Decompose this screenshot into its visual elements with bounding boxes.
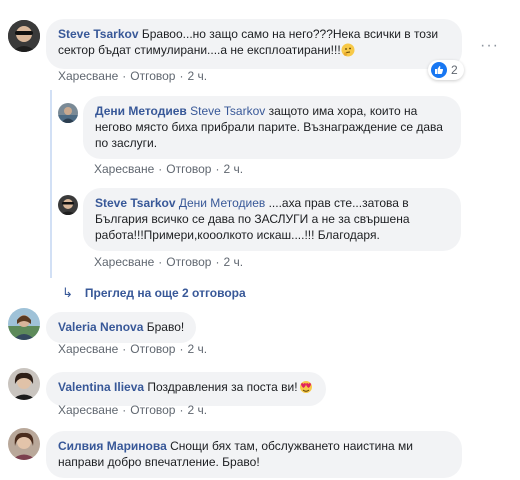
like-icon [431,62,447,78]
comment-time[interactable]: 2 ч. [223,162,243,176]
heart-face-icon [298,380,314,398]
like-button[interactable]: Харесване [58,342,118,356]
comment-author[interactable]: Силвия Маринова [58,439,167,453]
comment-bubble: Силвия Маринова Снощи бях там, обслужван… [46,431,462,478]
comment-bubble: Steve Tsarkov Дени Методиев ....аха прав… [83,188,461,251]
comment-actions: Харесване · Отговор · 2 ч. [58,342,208,356]
like-button[interactable]: Харесване [94,255,154,269]
comment-author[interactable]: Steve Tsarkov [95,196,176,210]
like-button[interactable]: Харесване [58,69,118,83]
comment-bubble: Steve Tsarkov Бравоо...но защо само на н… [46,19,462,69]
comment-author[interactable]: Valeria Nenova [58,320,143,334]
comment-bubble: Дени Методиев Steve Tsarkov защото има х… [83,96,461,159]
avatar[interactable] [58,195,78,215]
avatar[interactable] [8,20,40,52]
comment-text: Поздравления за поста ви! [147,380,298,394]
like-button[interactable]: Харесване [94,162,154,176]
comment-text: Браво! [146,320,185,334]
avatar[interactable] [58,103,78,123]
comment-time[interactable]: 2 ч. [187,403,207,417]
reaction-badge[interactable]: 2 [428,60,464,80]
reply-button[interactable]: Отговор [130,403,175,417]
comment-time[interactable]: 2 ч. [187,342,207,356]
reply-button[interactable]: Отговор [166,255,211,269]
comment-author[interactable]: Valentina Ilieva [58,380,144,394]
reply-button[interactable]: Отговор [130,342,175,356]
comment-actions: Харесване · Отговор · 2 ч. [94,162,244,176]
comment-author[interactable]: Steve Tsarkov [58,27,139,41]
reply-button[interactable]: Отговор [130,69,175,83]
mention-link[interactable]: Steve Tsarkov [190,104,265,118]
comment-actions: Харесване · Отговор · 2 ч. [58,69,208,83]
thinking-face-icon [341,43,355,61]
avatar[interactable] [8,428,40,460]
comment-author[interactable]: Дени Методиев [95,104,187,118]
like-button[interactable]: Харесване [58,403,118,417]
reply-arrow-icon: ↳ [62,285,73,300]
avatar[interactable] [8,368,40,400]
comment-actions: Харесване · Отговор · 2 ч. [58,403,208,417]
comment-time[interactable]: 2 ч. [223,255,243,269]
avatar[interactable] [8,308,40,340]
reply-button[interactable]: Отговор [166,162,211,176]
comment-actions: Харесване · Отговор · 2 ч. [94,255,244,269]
comment-bubble: Valeria Nenova Браво! [46,312,197,343]
view-more-replies-link[interactable]: ↳ Преглед на още 2 отговора [62,285,246,301]
comment-bubble: Valentina Ilieva Поздравления за поста в… [46,372,326,406]
comment-time[interactable]: 2 ч. [187,69,207,83]
reaction-count: 2 [451,63,458,77]
view-more-replies-label: Преглед на още 2 отговора [84,286,246,300]
more-options-icon[interactable]: ··· [480,37,499,55]
mention-link[interactable]: Дени Методиев [179,196,265,210]
reply-thread-line [50,90,52,278]
